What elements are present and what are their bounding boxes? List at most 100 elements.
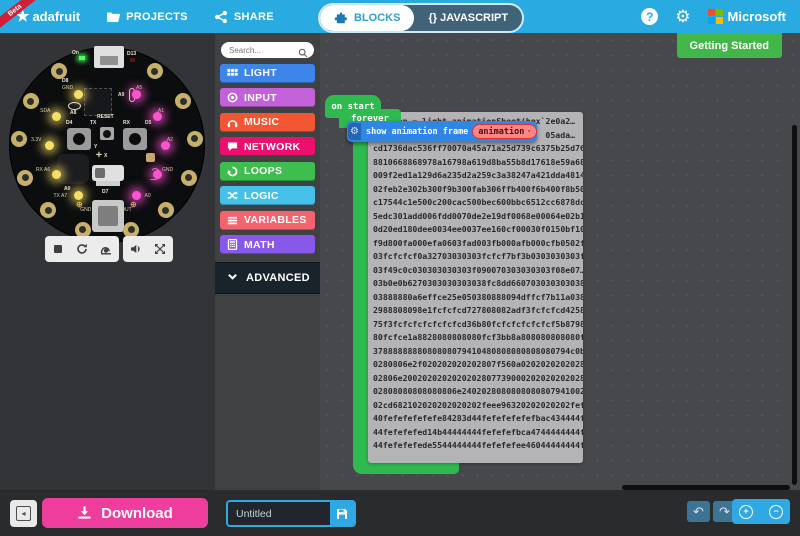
tab-javascript[interactable]: {} JAVASCRIPT (414, 5, 522, 31)
header: Beta ★ adafruit PROJECTS SHARE BLOCKS {}… (0, 0, 800, 33)
toolbox-search (221, 42, 314, 58)
share-button[interactable]: SHARE (214, 10, 274, 24)
projects-label: PROJECTS (126, 11, 188, 23)
headphones-icon (226, 116, 238, 128)
footer: ◂ Download ↶ ↷ + − (0, 490, 800, 536)
zoom-in-icon: + (739, 505, 753, 519)
chat-icon (226, 141, 238, 153)
calculator-icon (226, 239, 238, 251)
pad-label: A0 (145, 193, 151, 199)
toolbox-category-logic[interactable]: LOGIC (220, 186, 315, 205)
board-label-y: Y (94, 144, 97, 150)
zoom-out-icon: − (769, 505, 783, 519)
hex-code-line: 3788888888080808079410480808080808080794… (373, 345, 583, 359)
category-label: VARIABLES (244, 214, 307, 226)
block-settings-gear-icon[interactable]: ⚙ (348, 123, 361, 140)
board-label-a9: A9 (118, 92, 124, 98)
board-label-a8: A8 (70, 110, 76, 116)
hex-code-line: 2988808098e1fcfcfcd727808082adf3fcfcfcd4… (373, 304, 583, 318)
fullscreen-button[interactable] (154, 243, 166, 255)
help-button[interactable]: ? (641, 8, 658, 25)
hex-code-line: 03b0e0b6270303030303038fc8dd660703030303… (373, 277, 583, 291)
brand-name: adafruit (32, 9, 80, 24)
project-name-group (226, 500, 356, 527)
toolbox-category-variables[interactable]: VARIABLES (220, 211, 315, 230)
hex-code-line: cd1736dac536ff70070a45a71a25d739c6375b25… (373, 142, 583, 156)
zoom-controls: + − (732, 499, 790, 524)
collapse-simulator-button[interactable]: ◂ (10, 500, 37, 527)
microsoft-squares-icon (708, 9, 723, 24)
board-label-d13: D13 (127, 51, 136, 57)
search-input[interactable] (221, 45, 303, 56)
project-name-input[interactable] (228, 502, 330, 525)
animation-variable-chip[interactable]: animation ▾ (472, 124, 537, 139)
pad-a2[interactable] (187, 131, 203, 147)
save-floppy-icon (336, 508, 348, 520)
save-button[interactable] (330, 502, 354, 525)
collapse-arrow-icon: ◂ (16, 506, 31, 521)
pad-a1[interactable] (175, 93, 191, 109)
target-icon (226, 92, 238, 104)
pad-gnd[interactable] (181, 170, 197, 186)
light-sensor-eye-icon (68, 102, 81, 110)
toolbox-category-music[interactable]: MUSIC (220, 113, 315, 132)
hex-code-line: 02806e2002020202020202807739000202020202… (373, 372, 583, 386)
circuit-playground-board[interactable]: On D13 D8 A8 A9 D4 TX RESET RX D5 Y ✛ X … (10, 48, 204, 242)
projects-button[interactable]: PROJECTS (106, 10, 188, 24)
pad-rx-a6[interactable] (17, 170, 33, 186)
toolbox-category-network[interactable]: NETWORK (220, 137, 315, 156)
download-button[interactable]: Download (42, 498, 208, 528)
reset-button[interactable] (100, 127, 114, 140)
d13-led (130, 58, 135, 62)
category-label: MUSIC (244, 116, 279, 128)
vertical-scrollbar[interactable] (792, 125, 797, 485)
battery-slot (98, 206, 118, 226)
button-a[interactable] (67, 128, 91, 150)
board-label-reset: RESET (97, 114, 114, 120)
gray-code-block[interactable]: imation = light.animationSheet(hex`2e0a2… (368, 112, 583, 463)
board-label-a0: A0 (64, 186, 70, 192)
toolbox-category-light[interactable]: LIGHT (220, 64, 315, 83)
neopixel-led (52, 112, 61, 121)
list-icon (226, 214, 238, 226)
toolbox-category-math[interactable]: MATH (220, 235, 315, 254)
slide-switch[interactable] (92, 165, 124, 181)
zoom-in-button[interactable]: + (736, 505, 756, 519)
mute-button[interactable] (130, 243, 142, 255)
microsoft-label: Microsoft (728, 9, 787, 24)
button-b[interactable] (123, 128, 147, 150)
toolbox-category-input[interactable]: INPUT (220, 88, 315, 107)
pad-sda[interactable] (23, 93, 39, 109)
toolbox-category-loops[interactable]: LOOPS (220, 162, 315, 181)
workspace[interactable]: Getting Started on start forever imation… (320, 33, 800, 490)
neopixel-led (153, 170, 162, 179)
pad-a0[interactable] (158, 202, 174, 218)
restart-button[interactable] (76, 243, 88, 255)
show-animation-frame-block[interactable]: ⚙ show animation frame animation ▾ (347, 121, 537, 142)
hex-code-line: 02808080808080806e2402028080808080807941… (373, 385, 583, 399)
toolbox-advanced[interactable]: ADVANCED (215, 262, 320, 294)
neopixel-led (45, 141, 54, 150)
adafruit-logo[interactable]: ★ adafruit (16, 9, 80, 24)
getting-started-button[interactable]: Getting Started (677, 33, 782, 58)
hex-code-line: 02feb2e302b300f9b300fab306ffb400f6b400f8… (373, 183, 583, 197)
board-label-d7: D7 (102, 189, 108, 195)
pad-label: GND (162, 167, 173, 173)
pad-label: RX A6 (36, 167, 50, 173)
block-label: show animation frame (366, 127, 468, 137)
pad-gnd[interactable] (51, 63, 67, 79)
pad-tx-a7[interactable] (40, 202, 56, 218)
undo-button[interactable]: ↶ (687, 501, 710, 522)
javascript-tab-label: {} JAVASCRIPT (428, 12, 508, 24)
advanced-label: ADVANCED (246, 272, 310, 284)
pad-a5[interactable] (147, 63, 163, 79)
board-label-d5: D5 (145, 120, 151, 126)
pad-3.3v[interactable] (11, 131, 27, 147)
slow-mo-button[interactable] (100, 243, 112, 255)
stop-button[interactable] (52, 243, 64, 255)
settings-gear-icon[interactable]: ⚙ (675, 8, 690, 25)
tab-blocks[interactable]: BLOCKS (320, 5, 414, 31)
speaker (57, 154, 89, 184)
dropdown-caret-icon: ▾ (527, 128, 531, 135)
zoom-out-button[interactable]: − (766, 505, 786, 519)
